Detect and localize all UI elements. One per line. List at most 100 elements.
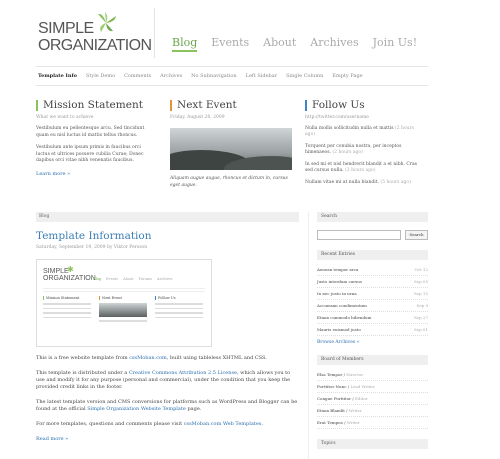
screenshot-col: Mission Statement: [43, 296, 91, 318]
body-paragraph: For more templates, questions and commen…: [36, 421, 299, 428]
search-input[interactable]: [317, 230, 401, 240]
tweet-time: (5 hours ago): [380, 180, 411, 185]
entry-date: Sep 15: [413, 291, 428, 296]
event-title: Next Event: [170, 100, 290, 111]
nav-blog[interactable]: Blog: [172, 36, 198, 52]
text-run: This is a free website template from: [36, 355, 130, 361]
read-more-link[interactable]: Read more »: [36, 436, 299, 442]
nav-about[interactable]: About: [263, 36, 296, 52]
body-paragraph: The latest template version and CMS conv…: [36, 399, 299, 413]
entry-title[interactable]: Mauris euismod justo: [317, 327, 361, 332]
mission-subtitle: What we want to achieve: [36, 115, 94, 120]
feature-next-event: Next Event Friday, August 28, 2009 Aliqu…: [170, 100, 292, 189]
screenshot-nav: Blog Events About Forums Archives: [93, 277, 172, 281]
subnav-comments[interactable]: Comments: [124, 73, 151, 79]
template-screenshot: SIMPLE ✱ ORGANIZATION Blog Events About …: [36, 259, 212, 347]
text-line: [155, 312, 203, 314]
entry-title[interactable]: Accumsan condimentum: [317, 303, 367, 308]
list-item: Porttitor Nunc / Lead Writer: [317, 381, 428, 393]
link[interactable]: Creative Commons Attribution 2.5 License: [129, 370, 237, 376]
tweet-text: Nulla mollis sollicitudin nulla et matti…: [305, 126, 394, 131]
entry-title[interactable]: Justo interdum cursus: [317, 279, 362, 284]
text-line: [155, 316, 203, 318]
site-logo[interactable]: SIMPLE ORGANIZATION: [36, 12, 154, 58]
event-date: Friday, August 28, 2009: [170, 115, 225, 120]
text-line: [43, 312, 91, 314]
tweet-time: (2 hours ago): [332, 150, 363, 155]
subnav-template-info[interactable]: Template Info: [38, 73, 77, 79]
list-item[interactable]: Etiam commodo bibendum Sep 27: [317, 312, 428, 324]
screenshot-nav-item: Archives: [157, 277, 173, 281]
text-line: [43, 307, 91, 309]
member-name[interactable]: Etiam Blandit: [317, 408, 345, 413]
subnav-single-column[interactable]: Single Column: [286, 73, 323, 79]
event-caption: Aliquam augue augue, rhoncus et dictum i…: [170, 176, 288, 188]
screenshot-col-title: Follow Us: [155, 296, 203, 300]
learn-more-link[interactable]: Learn more »: [36, 171, 156, 177]
recent-entries-heading: Recent Entries: [317, 250, 428, 260]
list-item: Erat Tempus / Writer: [317, 417, 428, 429]
screenshot-nav-item: Forums: [138, 277, 153, 281]
column-divider: [308, 212, 309, 459]
screenshot-image: [99, 303, 147, 317]
text-line: [155, 303, 203, 305]
member-name[interactable]: Congue Porttitor: [317, 396, 351, 401]
entry-date: Sep 05: [413, 279, 428, 284]
entry-title[interactable]: In nec justo in urna: [317, 291, 357, 296]
subnav-empty-page[interactable]: Empty Page: [332, 73, 362, 79]
event-image[interactable]: [170, 128, 292, 170]
subnav-left-sidebar[interactable]: Left Sidebar: [246, 73, 277, 79]
subnav-style-demo[interactable]: Style Demo: [86, 73, 115, 79]
list-item: Elsa Tempor / Director: [317, 369, 428, 381]
nav-join-us[interactable]: Join Us!: [373, 36, 417, 52]
screenshot-nav-item: Events: [106, 277, 119, 281]
feature-follow-us: Follow Us http://twitter.com/username Nu…: [305, 100, 425, 186]
screenshot-logo-line1: SIMPLE: [43, 268, 69, 275]
sidebar: Search Search Recent Entries Aenean temp…: [317, 212, 428, 449]
list-item[interactable]: Justo interdum cursus Sep 05: [317, 276, 428, 288]
subnav-archives[interactable]: Archives: [160, 73, 182, 79]
search-button[interactable]: Search: [405, 230, 428, 240]
text-run: page.: [185, 406, 202, 412]
logo-line1: SIMPLE: [38, 20, 94, 37]
member-name[interactable]: Erat Tempus: [317, 420, 343, 425]
member-name[interactable]: Elsa Tempor: [317, 372, 342, 377]
subnav-no-subnavigation[interactable]: No Subnavigation: [191, 73, 236, 79]
text-run: , built using tableless XHTML and CSS.: [166, 355, 267, 361]
body-paragraph: This template is distributed under a Cre…: [36, 370, 299, 391]
browse-archives-link[interactable]: Browse Archives »: [317, 340, 428, 345]
link[interactable]: cssMoban.com Web Templates: [184, 421, 262, 427]
search-row: Search: [317, 230, 428, 240]
twitter-url[interactable]: http://twitter.com/username: [305, 115, 425, 120]
text-line: [43, 316, 91, 318]
member-entry: Etiam Blandit / Writer: [317, 408, 362, 413]
screenshot-col-title: Mission Statement: [43, 296, 91, 300]
screenshot-nav-item: About: [123, 277, 134, 281]
post-title[interactable]: Template Information: [36, 230, 299, 242]
link[interactable]: cssMoban.com: [129, 355, 167, 361]
nav-events[interactable]: Events: [211, 36, 249, 52]
member-entry: Congue Porttitor / Editor: [317, 396, 368, 401]
text-run: .: [261, 421, 263, 427]
site-header: SIMPLE ORGANIZATION Blog Events About Ar…: [36, 8, 456, 60]
entry-title[interactable]: Aenean tempor arcu: [317, 267, 358, 272]
list-item[interactable]: Accumsan condimentum Sep 9: [317, 300, 428, 312]
list-item[interactable]: Aenean tempor arcu Oct 12: [317, 264, 428, 276]
mission-title: Mission Statement: [36, 100, 156, 111]
screenshot-logo-line2: ORGANIZATION: [43, 275, 96, 282]
member-role: Editor: [354, 396, 368, 401]
text-run: For more templates, questions and commen…: [36, 421, 184, 427]
body-paragraph: This is a free website template from css…: [36, 355, 299, 362]
member-name[interactable]: Porttitor Nunc: [317, 384, 346, 389]
list-item: Etiam Blandit / Writer: [317, 405, 428, 417]
member-entry: Erat Tempus / Writer: [317, 420, 360, 425]
tweet: In sed mi et nisl hendrerit blandit a et…: [305, 162, 425, 174]
list-item[interactable]: Mauris euismod justo Sep 01: [317, 324, 428, 336]
entry-title[interactable]: Etiam commodo bibendum: [317, 315, 371, 320]
text-run: This template is distributed under a: [36, 370, 129, 376]
link[interactable]: Simple Organization Website Template: [87, 406, 186, 412]
list-item: Congue Porttitor / Editor: [317, 393, 428, 405]
list-item[interactable]: In nec justo in urna Sep 15: [317, 288, 428, 300]
nav-archives[interactable]: Archives: [310, 36, 358, 52]
topics-heading: Topics: [317, 439, 428, 449]
